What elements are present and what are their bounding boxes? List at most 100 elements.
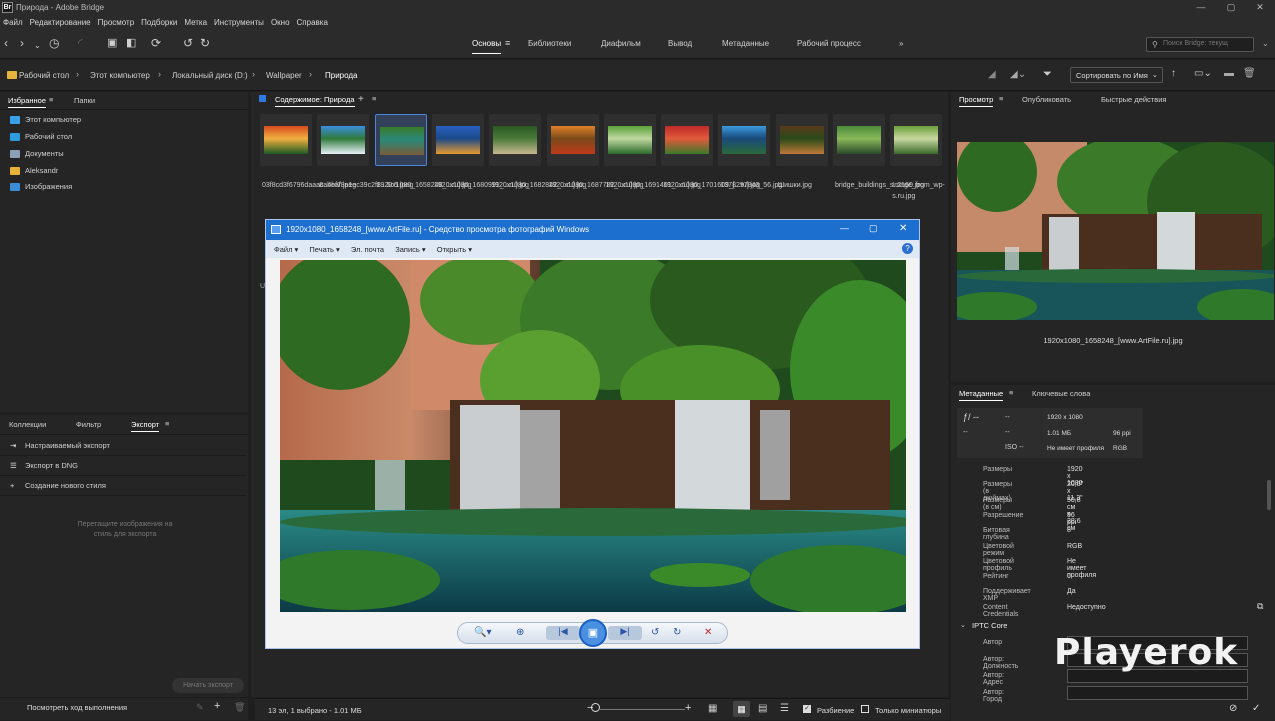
slideshow-button[interactable]: ▣ bbox=[579, 619, 607, 647]
rotate-right-icon[interactable]: ↻ bbox=[200, 36, 210, 50]
menu-file[interactable]: Файл bbox=[3, 18, 23, 27]
sort-direction-icon[interactable]: ↑ bbox=[1171, 68, 1176, 79]
grid-lock-icon[interactable]: ▦ bbox=[708, 703, 717, 714]
thumbnail-size-slider[interactable] bbox=[600, 709, 685, 710]
viewer-close-button[interactable]: ✕ bbox=[899, 223, 907, 234]
viewer-maximize-button[interactable]: ▢ bbox=[869, 223, 878, 234]
thumbnail[interactable] bbox=[775, 114, 828, 166]
back-icon[interactable]: ‹ bbox=[4, 36, 8, 50]
tab-filter[interactable]: Фильтр bbox=[76, 420, 101, 429]
favorite-user[interactable]: Aleksandr bbox=[10, 166, 58, 175]
chevron-down-icon[interactable]: ⌄ bbox=[960, 621, 966, 629]
favorite-this-pc[interactable]: Этот компьютер bbox=[10, 115, 81, 124]
view-list-icon[interactable]: ☰ bbox=[780, 703, 789, 714]
view-progress-link[interactable]: Посмотреть ход выполнения bbox=[27, 703, 127, 712]
viewer-menu-file[interactable]: Файл ▾ bbox=[274, 245, 298, 254]
refine-icon[interactable]: ◧ bbox=[126, 36, 136, 50]
tab-workflow[interactable]: Рабочий процесс bbox=[797, 39, 861, 48]
actual-size-icon[interactable]: ⊕ bbox=[516, 627, 524, 638]
trash-icon[interactable]: 🗑 bbox=[1243, 68, 1256, 79]
panel-menu-icon[interactable]: ≡ bbox=[49, 95, 53, 104]
iptc-input[interactable] bbox=[1067, 686, 1248, 701]
thumbnail[interactable] bbox=[890, 114, 943, 166]
tab-output[interactable]: Вывод bbox=[668, 39, 692, 48]
history-icon[interactable]: ◷ bbox=[49, 36, 59, 50]
tab-libraries[interactable]: Библиотеки bbox=[528, 39, 571, 48]
tab-metadata[interactable]: Метаданные bbox=[722, 39, 769, 48]
tab-metadata-panel[interactable]: Метаданные bbox=[959, 389, 1004, 401]
forward-icon[interactable]: › bbox=[20, 36, 24, 50]
zoom-in-icon[interactable]: + bbox=[685, 702, 691, 714]
thumbnail[interactable] bbox=[546, 114, 599, 166]
rotate-left-icon[interactable]: ↺ bbox=[651, 627, 659, 638]
next-icon[interactable]: ▶| bbox=[608, 626, 642, 640]
thumbnail[interactable] bbox=[260, 114, 312, 166]
tab-favorites[interactable]: Избранное bbox=[8, 96, 47, 108]
add-tab-icon[interactable]: + bbox=[358, 94, 364, 105]
viewer-menu-open[interactable]: Открыть ▾ bbox=[437, 245, 472, 254]
tab-essentials[interactable]: Основы bbox=[472, 39, 502, 54]
apply-icon[interactable]: ✓ bbox=[1252, 703, 1260, 714]
previous-icon[interactable]: |◀ bbox=[546, 626, 580, 640]
tab-folders[interactable]: Папки bbox=[74, 96, 95, 105]
thumbnail[interactable] bbox=[603, 114, 656, 166]
chevron-down-icon[interactable]: ⌄ bbox=[34, 39, 41, 53]
export-new-preset[interactable]: + Создание нового стиля bbox=[0, 476, 246, 496]
thumbnail[interactable] bbox=[431, 114, 484, 166]
viewer-menu-print[interactable]: Печать ▾ bbox=[309, 245, 339, 254]
tab-export[interactable]: Экспорт bbox=[131, 420, 160, 432]
thumbnail[interactable] bbox=[661, 114, 714, 166]
more-workspaces-icon[interactable]: » bbox=[899, 39, 903, 48]
sort-dropdown[interactable]: Сортировать по Имя ⌄ bbox=[1070, 67, 1163, 83]
view-details-icon[interactable]: ▤ bbox=[758, 703, 767, 714]
panel-menu-icon[interactable]: ≡ bbox=[1009, 388, 1013, 397]
view-thumbnails-icon[interactable]: ▦ bbox=[733, 701, 750, 717]
panel-menu-icon[interactable]: ≡ bbox=[999, 94, 1003, 103]
menu-label[interactable]: Метка bbox=[184, 18, 207, 27]
split-checkbox[interactable]: ✓ bbox=[803, 705, 811, 713]
trash-icon[interactable]: 🗑 bbox=[234, 702, 245, 713]
export-dng[interactable]: ☰ Экспорт в DNG bbox=[0, 456, 246, 476]
favorite-pictures[interactable]: Изображения bbox=[10, 182, 72, 191]
close-button[interactable]: ✕ bbox=[1245, 0, 1275, 15]
new-folder-icon[interactable]: ▬ bbox=[1224, 68, 1234, 79]
breadcrumb-desktop[interactable]: Рабочий стол bbox=[19, 71, 69, 80]
open-folder-icon[interactable]: ▭⌄ bbox=[1194, 68, 1212, 79]
camera-icon[interactable]: ▣ bbox=[107, 36, 117, 50]
thumbnail[interactable] bbox=[374, 114, 427, 166]
panel-menu-icon[interactable]: ≡ bbox=[165, 419, 169, 428]
thumbnail[interactable] bbox=[718, 114, 771, 166]
menu-tools[interactable]: Инструменты bbox=[214, 18, 264, 27]
minimize-button[interactable]: — bbox=[1186, 0, 1216, 15]
thumbnail[interactable] bbox=[833, 114, 885, 166]
favorite-desktop[interactable]: Рабочий стол bbox=[10, 132, 72, 141]
start-export-button[interactable]: Начать экспорт bbox=[172, 678, 244, 693]
rating-filter-icon[interactable]: ◢⌄ bbox=[1010, 69, 1026, 80]
export-custom[interactable]: ⇥ Настраиваемый экспорт bbox=[0, 436, 246, 456]
tab-publish[interactable]: Опубликовать bbox=[1022, 95, 1071, 104]
tab-keywords[interactable]: Ключевые слова bbox=[1032, 389, 1090, 398]
filter-icon[interactable]: ⏷ bbox=[1043, 68, 1052, 81]
viewer-minimize-button[interactable]: — bbox=[840, 223, 849, 233]
edit-icon[interactable]: ✎ bbox=[196, 702, 204, 713]
metadata-scrollbar[interactable] bbox=[1267, 480, 1271, 510]
quality-icon[interactable]: ◢ bbox=[988, 69, 996, 80]
viewer-menu-burn[interactable]: Запись ▾ bbox=[395, 245, 425, 254]
slider-handle[interactable] bbox=[591, 703, 600, 712]
menu-stacks[interactable]: Подборки bbox=[141, 18, 177, 27]
tab-filmstrip[interactable]: Диафильм bbox=[601, 39, 641, 48]
favorite-documents[interactable]: Документы bbox=[10, 149, 64, 158]
maximize-button[interactable]: ▢ bbox=[1216, 0, 1246, 15]
thumbs-only-checkbox[interactable] bbox=[861, 705, 869, 713]
tab-collections[interactable]: Коллекции bbox=[9, 420, 46, 429]
cancel-icon[interactable]: ⊘ bbox=[1229, 703, 1237, 714]
thumbnail[interactable] bbox=[317, 114, 370, 166]
menu-help[interactable]: Справка bbox=[297, 18, 328, 27]
tab-preview[interactable]: Просмотр bbox=[959, 95, 994, 107]
breadcrumb-local-disk[interactable]: Локальный диск (D:) bbox=[172, 71, 248, 80]
delete-icon[interactable]: ✕ bbox=[704, 627, 712, 638]
breadcrumb-current[interactable]: Природа bbox=[325, 71, 358, 80]
open-external-icon[interactable]: ⧉ bbox=[1257, 601, 1263, 612]
thumbnail[interactable] bbox=[489, 114, 542, 166]
menu-window[interactable]: Окно bbox=[271, 18, 290, 27]
